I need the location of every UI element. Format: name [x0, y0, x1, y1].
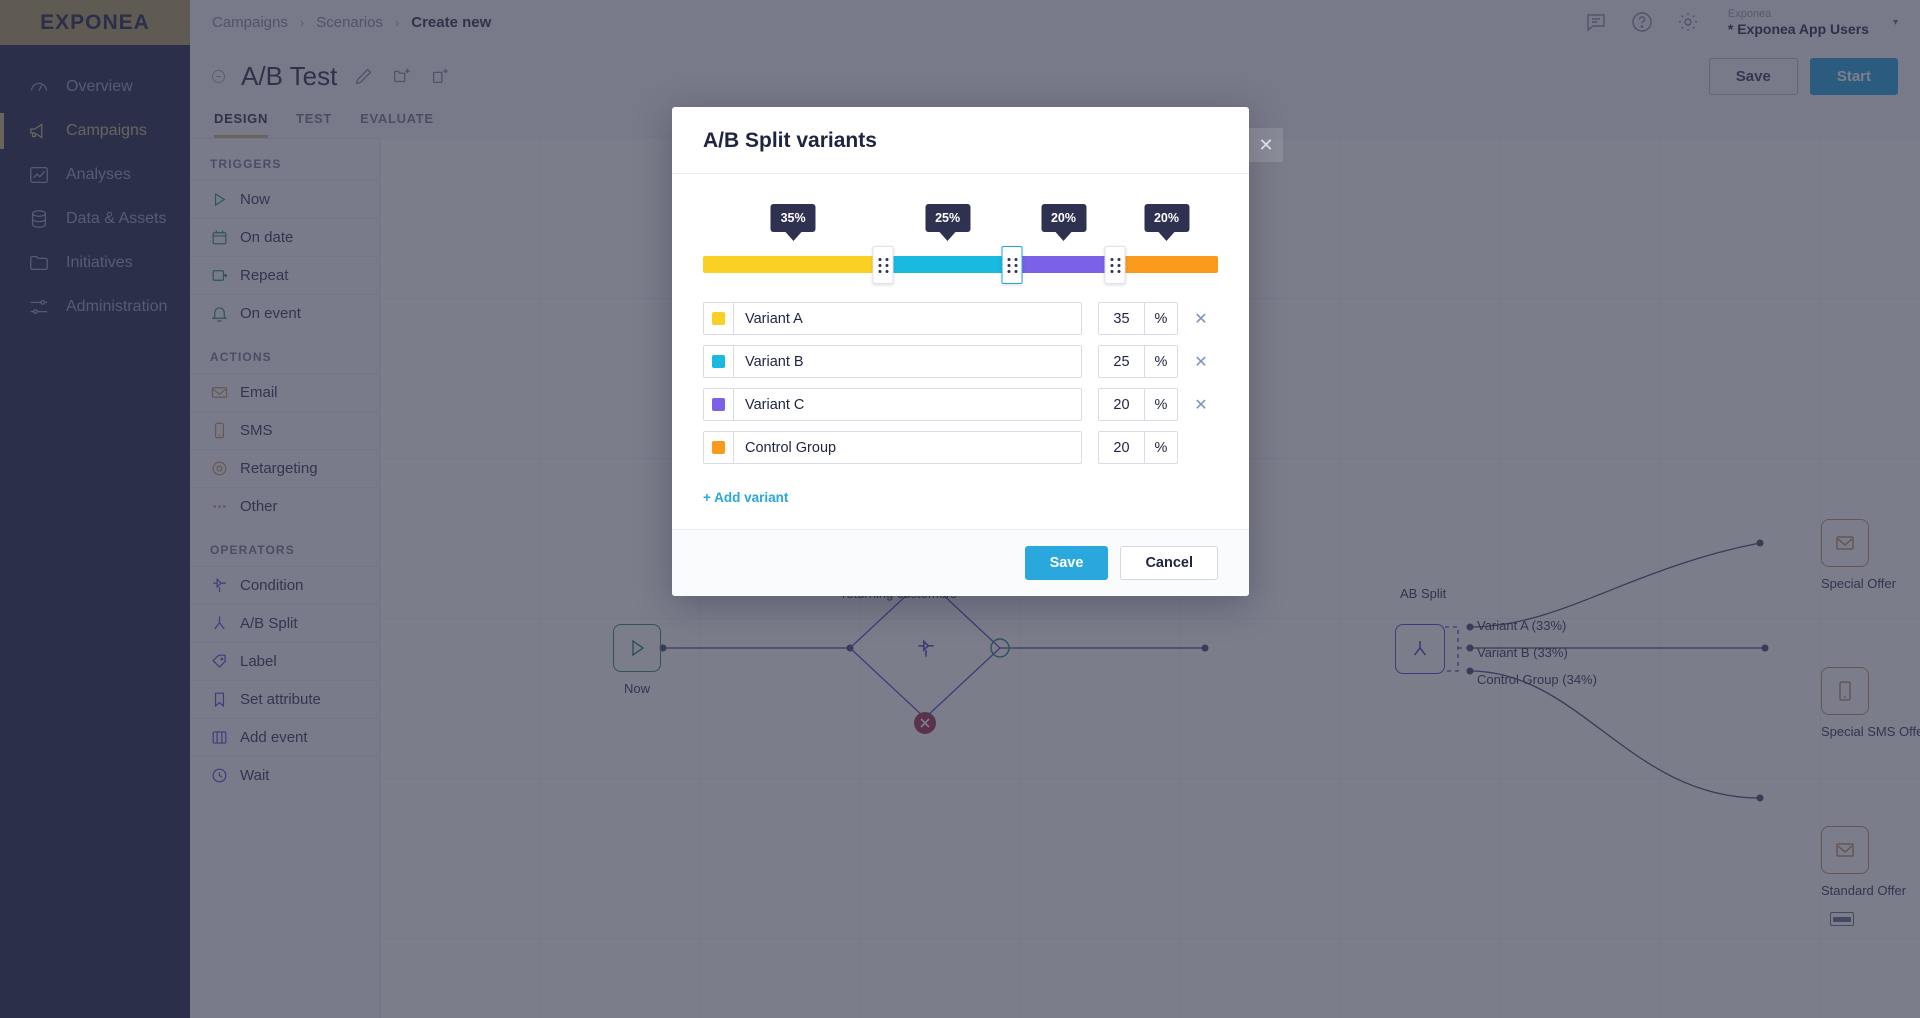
- color-swatch-button[interactable]: [703, 302, 733, 335]
- slider-handle-1[interactable]: [872, 246, 894, 284]
- modal-save-button[interactable]: Save: [1024, 546, 1109, 580]
- variant-percent-input[interactable]: [1098, 302, 1144, 335]
- variant-percent-group: %: [1098, 388, 1178, 421]
- slider-track: [703, 256, 1218, 273]
- percent-badge-variant-a: 35%: [770, 204, 816, 232]
- percent-badge-variant-b: 25%: [925, 204, 971, 232]
- variant-row: % ✕: [703, 302, 1218, 335]
- variant-row: % ✕: [703, 388, 1218, 421]
- color-swatch-button[interactable]: [703, 431, 733, 464]
- slider-segment-variant-a: [703, 256, 884, 273]
- modal-cancel-button[interactable]: Cancel: [1120, 546, 1218, 580]
- percent-sign-label: %: [1144, 388, 1178, 421]
- variant-percent-input[interactable]: [1098, 388, 1144, 421]
- slider-segment-control-group: [1115, 256, 1218, 273]
- variant-name-input[interactable]: [733, 388, 1082, 421]
- percent-sign-label: %: [1144, 431, 1178, 464]
- color-swatch: [712, 355, 725, 368]
- slider-handle-3[interactable]: [1104, 246, 1126, 284]
- variant-percent-group: %: [1098, 345, 1178, 378]
- color-swatch-button[interactable]: [703, 345, 733, 378]
- slider-segment-variant-c: [1012, 256, 1115, 273]
- variant-percent-input[interactable]: [1098, 345, 1144, 378]
- ab-split-variants-dialog: A/B Split variants 35% 25% 20% 20% Varia…: [672, 107, 1249, 596]
- grip-dots-icon: [1007, 257, 1017, 273]
- percent-badge-control-group: 20%: [1143, 204, 1190, 232]
- variant-name-input[interactable]: [733, 302, 1082, 335]
- modal-header: A/B Split variants: [672, 107, 1249, 174]
- slider-segment-variant-b: [883, 256, 1012, 273]
- modal-footer: Save Cancel: [672, 529, 1249, 596]
- variant-name-input[interactable]: [733, 345, 1082, 378]
- remove-variant-icon[interactable]: ✕: [1184, 352, 1218, 372]
- variant-percent-input[interactable]: [1098, 431, 1144, 464]
- color-swatch: [712, 441, 725, 454]
- color-swatch: [712, 312, 725, 325]
- grip-dots-icon: [878, 257, 889, 273]
- variant-row: %: [703, 431, 1218, 464]
- percent-badge-variant-c: 20%: [1040, 204, 1087, 232]
- percent-sign-label: %: [1144, 345, 1178, 378]
- close-icon[interactable]: ✕: [1249, 128, 1283, 162]
- modal-title: A/B Split variants: [703, 129, 877, 152]
- percent-sign-label: %: [1144, 302, 1178, 335]
- slider-handle-2[interactable]: [1001, 246, 1023, 284]
- grip-dots-icon: [1110, 257, 1120, 273]
- modal-body: 35% 25% 20% 20% Variant A 35 % ✕ Variant…: [672, 174, 1249, 529]
- variant-percent-group: %: [1098, 302, 1178, 335]
- remove-variant-icon[interactable]: ✕: [1184, 395, 1218, 415]
- remove-variant-icon[interactable]: ✕: [1184, 309, 1218, 329]
- color-swatch-button[interactable]: [703, 388, 733, 421]
- variant-list: % ✕ % ✕: [703, 302, 1218, 464]
- variant-percent-group: %: [1098, 431, 1178, 464]
- add-variant-button[interactable]: + Add variant: [703, 490, 788, 505]
- variant-name-input[interactable]: [733, 431, 1082, 464]
- color-swatch: [712, 398, 725, 411]
- distribution-slider[interactable]: 35% 25% 20% 20%: [703, 204, 1218, 284]
- variant-row: % ✕: [703, 345, 1218, 378]
